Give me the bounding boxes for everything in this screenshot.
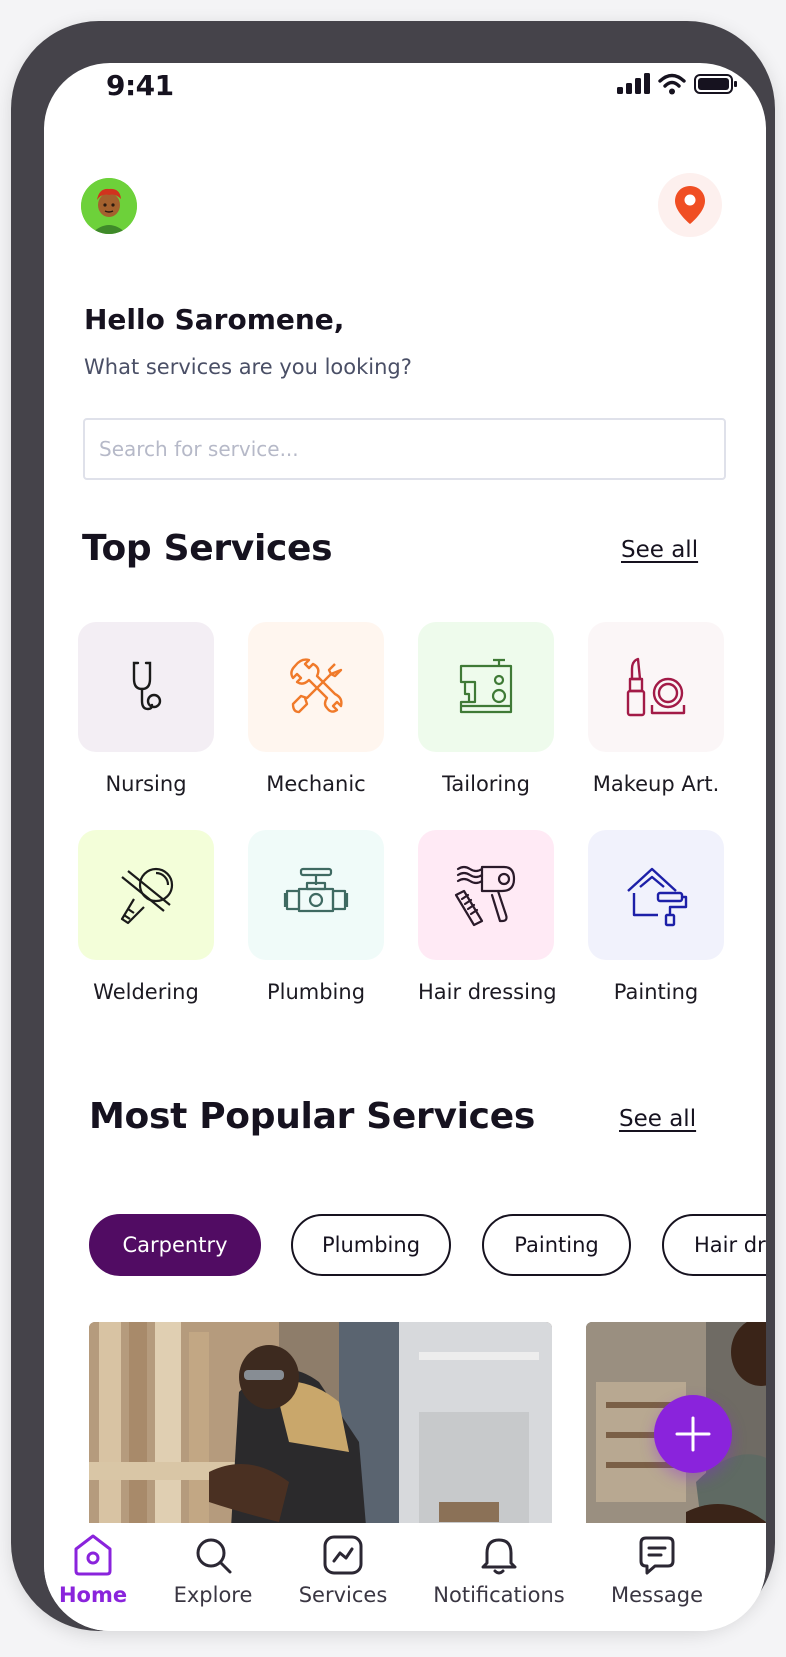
service-label: Plumbing (266, 980, 366, 1004)
service-label: Nursing (105, 772, 187, 796)
status-time: 9:41 (106, 69, 174, 102)
service-tile-tailoring[interactable]: Tailoring (418, 622, 554, 796)
greeting-title: Hello Saromene, (84, 303, 345, 336)
bottom-navigation: Home Explore Services Notifications Mess… (44, 1523, 766, 1631)
hair-dryer-comb-icon (454, 865, 516, 927)
stethoscope-icon (132, 661, 162, 711)
nav-label: Explore (173, 1583, 253, 1607)
nav-label: Notifications (433, 1583, 565, 1607)
service-icon-box (78, 830, 214, 960)
service-tile-makeup[interactable]: Makeup Art. (588, 622, 724, 796)
service-label: Hair dressing (418, 980, 557, 1004)
service-label: Mechanic (266, 772, 366, 796)
pipe-valve-icon (283, 867, 349, 913)
greeting-subtitle: What services are you looking? (84, 355, 412, 379)
house-paint-roller-icon (627, 867, 688, 927)
popular-services-see-all-link[interactable]: See all (619, 1106, 696, 1132)
nav-label: Home (58, 1583, 128, 1607)
nav-item-services[interactable]: Services (298, 1533, 388, 1607)
chip-hair-dressing[interactable]: Hair dr (662, 1214, 766, 1276)
service-icon-box (588, 830, 724, 960)
service-tile-painting[interactable]: Painting (588, 830, 724, 1004)
service-icon-box (248, 830, 384, 960)
lipstick-compact-icon (626, 657, 686, 717)
battery-icon (694, 74, 737, 94)
add-fab-button[interactable] (654, 1395, 732, 1473)
cellular-signal-icon (617, 73, 650, 94)
service-icon-box (418, 622, 554, 752)
chip-carpentry[interactable]: Carpentry (89, 1214, 261, 1276)
top-services-title: Top Services (82, 528, 333, 569)
search-icon (196, 1538, 232, 1574)
chip-plumbing[interactable]: Plumbing (291, 1214, 451, 1276)
status-bar: 9:41 (44, 63, 766, 123)
search-input[interactable] (85, 420, 724, 478)
service-label: Weldering (93, 980, 199, 1004)
nav-item-explore[interactable]: Explore (173, 1533, 253, 1607)
status-icons (616, 73, 738, 95)
phone-frame: 9:41 Hello Saromene, What services are y… (11, 21, 775, 1631)
service-label: Makeup Art. (592, 772, 720, 796)
chip-painting[interactable]: Painting (482, 1214, 631, 1276)
popular-services-title: Most Popular Services (89, 1096, 535, 1137)
search-field[interactable] (83, 418, 726, 480)
avatar-illustration-icon (81, 178, 137, 234)
wifi-icon (658, 73, 686, 95)
avatar[interactable] (81, 178, 137, 234)
bell-icon (481, 1538, 517, 1575)
nav-label: Services (298, 1583, 388, 1607)
message-icon (639, 1536, 675, 1575)
service-label: Painting (613, 980, 699, 1004)
service-icon-box (418, 830, 554, 960)
home-icon (74, 1534, 112, 1576)
plus-icon (675, 1416, 711, 1452)
service-tile-plumbing[interactable]: Plumbing (248, 830, 384, 1004)
crossed-wrenches-icon (290, 658, 343, 714)
app-screen: 9:41 Hello Saromene, What services are y… (44, 63, 766, 1631)
nav-item-notifications[interactable]: Notifications (433, 1533, 565, 1607)
service-tile-hair-dressing[interactable]: Hair dressing (418, 830, 557, 1004)
nav-label: Message (610, 1583, 704, 1607)
location-pin-icon (675, 186, 705, 224)
service-tile-weldering[interactable]: Weldering (78, 830, 214, 1004)
nav-item-home[interactable]: Home (59, 1533, 127, 1607)
top-services-see-all-link[interactable]: See all (621, 537, 698, 563)
service-label: Tailoring (442, 772, 530, 796)
service-icon-box (588, 622, 724, 752)
service-tile-mechanic[interactable]: Mechanic (248, 622, 384, 796)
sewing-machine-icon (459, 658, 513, 714)
location-button[interactable] (658, 173, 722, 237)
service-tile-nursing[interactable]: Nursing (78, 622, 214, 796)
service-icon-box (248, 622, 384, 752)
nav-item-message[interactable]: Message (610, 1533, 704, 1607)
service-icon-box (78, 622, 214, 752)
angle-grinder-icon (120, 867, 174, 925)
activity-chart-icon (323, 1535, 363, 1575)
